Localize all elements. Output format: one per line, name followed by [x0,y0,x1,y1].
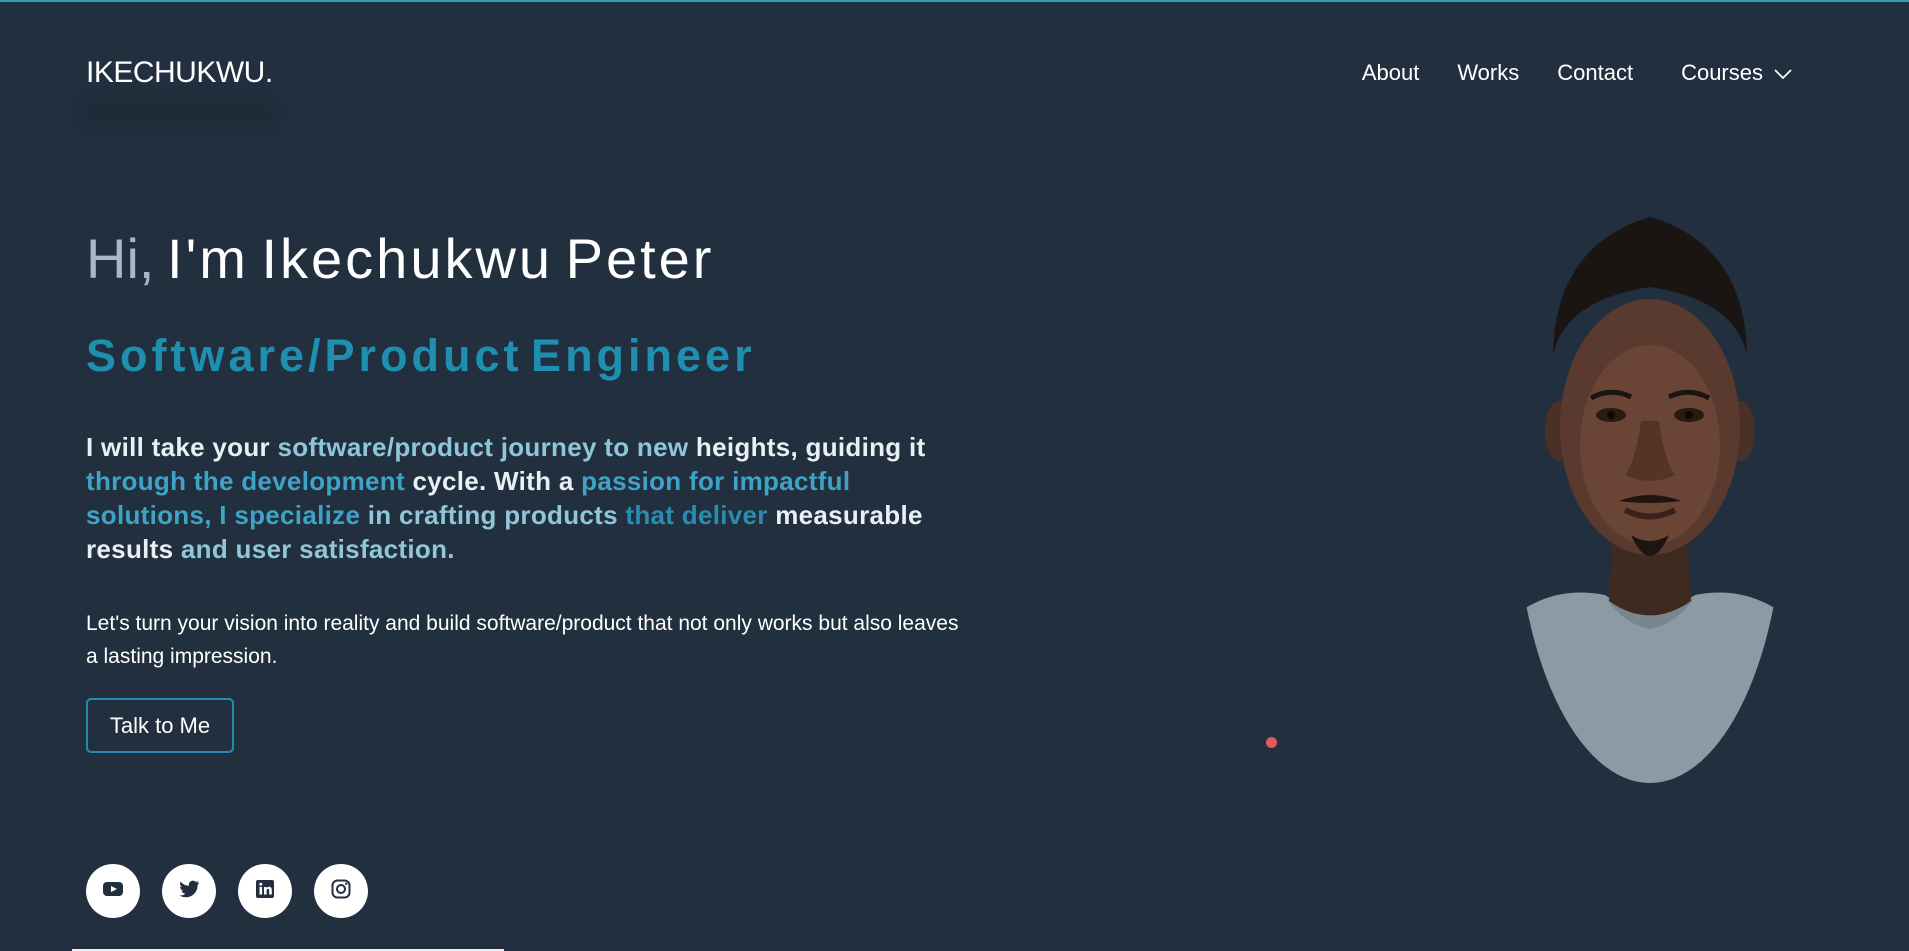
hero-role: Software/Product Engineer [86,330,756,381]
page: IKECHUKWU. About Works Contact Courses H… [0,0,1909,951]
hero-lead-segment: and user satisfaction. [180,534,455,564]
nav-courses-dropdown[interactable]: Courses [1681,60,1793,86]
logo-shadow [78,96,278,130]
twitter-link[interactable] [162,864,216,918]
hero-lead-segment: cycle. With a [412,466,582,496]
linkedin-link[interactable] [238,864,292,918]
nav-contact-link[interactable]: Contact [1557,60,1633,86]
social-links [86,864,390,918]
hero-sub-paragraph: Let's turn your vision into reality and … [86,612,959,668]
hero-title: Hi, I'm Ikechukwu Peter [86,226,714,291]
hero-lead-segment: heights, guiding it [695,432,926,462]
hero-lead-segment: through the development [86,466,413,496]
main-nav: About Works Contact Courses [1324,60,1793,86]
profile-photo [1515,205,1785,785]
nav-about-link[interactable]: About [1362,60,1420,86]
talk-to-me-button[interactable]: Talk to Me [86,698,234,753]
hero-lead-segment: to new [604,432,696,462]
hero-lead-segment: that deliver [625,500,776,530]
nav-works-link[interactable]: Works [1457,60,1519,86]
site-logo[interactable]: IKECHUKWU. [86,56,273,90]
instagram-link[interactable] [314,864,368,918]
hero-greeting: Hi, [86,227,155,290]
instagram-icon [329,877,353,906]
hero-name: I'm Ikechukwu Peter [167,227,715,290]
decorative-dot [1266,737,1277,748]
top-rule [0,0,1909,2]
nav-courses-label: Courses [1681,60,1763,85]
youtube-link[interactable] [86,864,140,918]
hero-lead-segment: software/product journey [277,432,605,462]
hero-lead-segment: in crafting products [367,500,626,530]
chevron-down-icon [1773,67,1793,80]
youtube-icon [101,877,125,906]
twitter-icon [177,877,201,906]
linkedin-icon [253,877,277,906]
hero-lead-segment: I will take your [86,432,278,462]
hero-lead-paragraph: I will take your software/product journe… [86,430,966,566]
